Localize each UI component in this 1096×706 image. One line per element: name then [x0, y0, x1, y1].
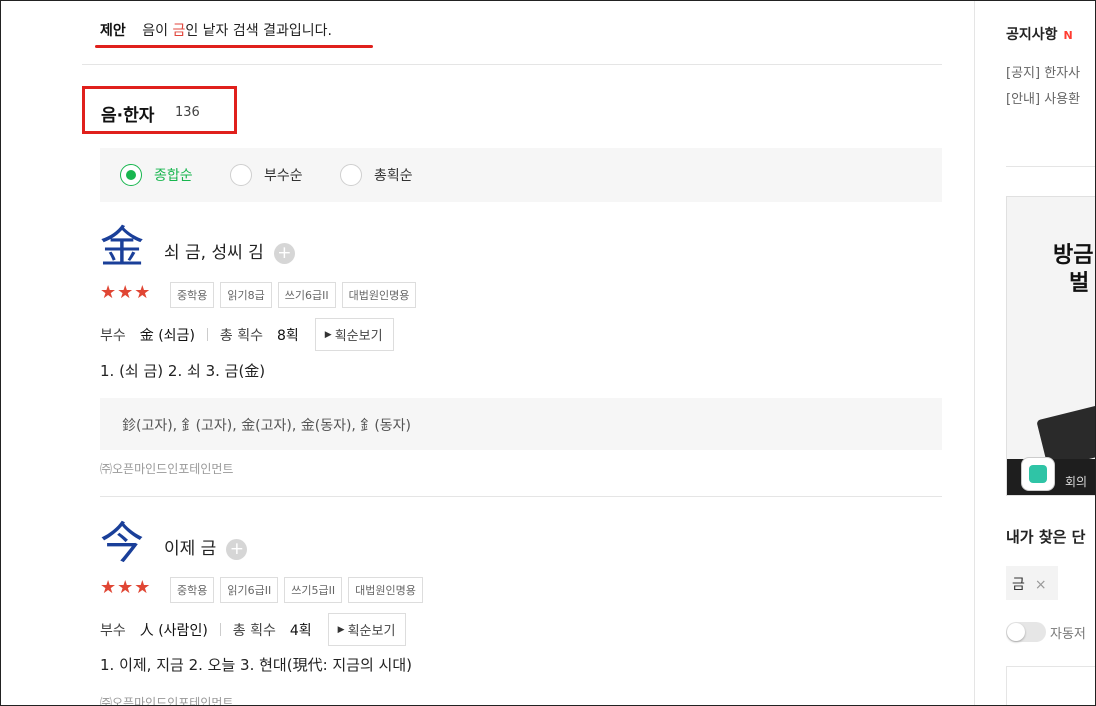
sort-option-label: 총획순	[374, 168, 413, 184]
level-badge: 대법원인명용	[348, 577, 423, 603]
add-vocab-icon[interactable]: +	[226, 538, 248, 560]
divider	[1006, 166, 1096, 167]
notice-title[interactable]: 공지사항 N	[1006, 24, 1073, 44]
hanja-meaning: 쇠 금, 성씨 김 +	[164, 238, 295, 264]
voice-app-icon	[1021, 457, 1055, 491]
recent-search-chip[interactable]: 금 ×	[1006, 566, 1058, 600]
level-badge: 중학용	[170, 282, 215, 308]
strokes-value: 8획	[277, 327, 299, 344]
sort-options: 종합순 부수순 총획순	[100, 148, 942, 202]
section-header: 음·한자 136	[82, 86, 237, 134]
notice-title-text: 공지사항	[1006, 27, 1058, 43]
auto-save-toggle[interactable]	[1006, 622, 1046, 642]
hanja-character[interactable]: 今	[100, 522, 144, 566]
suggestion-suffix: 인 낱자 검색 결과입니다.	[185, 23, 332, 39]
definitions: 1. 이제, 지금 2. 오늘 3. 현대(現代: 지금의 시대)	[100, 656, 413, 674]
suggestion-highlight[interactable]: 금	[172, 23, 185, 39]
ad-caption: 회의	[1065, 475, 1088, 489]
column-divider	[974, 0, 975, 706]
stroke-order-label: 획순보기	[334, 329, 383, 344]
hanja-info: 부수 人 (사람인) 총 획수 4획 ▶ 획순보기	[100, 613, 407, 646]
level-badge: 쓰기5급II	[284, 577, 343, 603]
advertisement-banner[interactable]: 방금 벌 회의	[1006, 196, 1096, 496]
importance-stars: ★★★	[100, 282, 152, 303]
sort-option-label: 부수순	[264, 168, 303, 184]
toggle-knob	[1007, 623, 1025, 641]
divider	[100, 496, 942, 497]
auto-save-label: 자동저	[1050, 627, 1086, 642]
ad-headline: 벌	[1069, 271, 1090, 296]
recent-searches-title: 내가 찾은 단	[1006, 528, 1086, 546]
radio-empty-icon	[230, 164, 252, 186]
level-badges: 중학용 읽기6급II 쓰기5급II 대법원인명용	[170, 577, 423, 603]
level-badge: 읽기6급II	[220, 577, 279, 603]
radical-label: 부수	[100, 622, 126, 639]
level-badge: 중학용	[170, 577, 215, 603]
notice-item[interactable]: [공지] 한자사	[1006, 62, 1080, 81]
divider	[82, 64, 942, 65]
strokes-label: 총 획수	[219, 327, 263, 344]
strokes-value: 4획	[289, 622, 312, 639]
main-content: 제안 음이 금인 낱자 검색 결과입니다. 음·한자 136 종합순 부수순 총…	[82, 0, 942, 706]
sidebar: 공지사항 N [공지] 한자사 [안내] 사용환 방금 벌 회의 내가 찾은 단 …	[1006, 0, 1096, 706]
suggestion-prefix: 음이	[142, 23, 173, 39]
radical-value[interactable]: 人 (사람인)	[140, 620, 208, 640]
sort-option-radical[interactable]: 부수순	[230, 163, 303, 187]
new-badge: N	[1063, 29, 1073, 42]
strokes-label: 총 획수	[232, 622, 276, 639]
play-icon: ▶	[337, 624, 345, 635]
copyright-text: ㈜오픈마인드인포테인먼트	[100, 462, 234, 476]
sidebar-panel	[1006, 666, 1096, 706]
level-badge: 대법원인명용	[341, 282, 417, 308]
stroke-order-label: 획순보기	[347, 624, 396, 639]
copyright-text: ㈜오픈마인드인포테인먼트	[100, 696, 234, 706]
hanja-meaning: 이제 금 +	[164, 534, 248, 560]
stroke-order-button[interactable]: ▶ 획순보기	[327, 613, 407, 646]
radio-selected-icon	[120, 164, 142, 186]
waveform-icon	[1029, 465, 1047, 483]
sort-option-label: 종합순	[154, 168, 193, 184]
sort-option-overall[interactable]: 종합순	[120, 163, 193, 187]
close-icon[interactable]: ×	[1035, 577, 1047, 593]
hanja-character[interactable]: 金	[100, 226, 144, 270]
section-title: 음·한자	[101, 106, 155, 126]
play-icon: ▶	[324, 329, 332, 340]
hanja-info: 부수 金 (쇠금) 총 획수 8획 ▶ 획순보기	[100, 318, 394, 351]
separator	[219, 623, 221, 636]
definitions: 1. (쇠 금) 2. 쇠 3. 금(金)	[100, 362, 266, 380]
result-count: 136	[175, 105, 200, 120]
level-badge: 쓰기6급II	[277, 282, 336, 308]
level-badge: 읽기8급	[220, 282, 272, 308]
radical-label: 부수	[100, 327, 126, 344]
sort-option-strokes[interactable]: 총획순	[340, 163, 413, 187]
importance-stars: ★★★	[100, 577, 152, 598]
meaning-text[interactable]: 쇠 금, 성씨 김	[164, 243, 264, 263]
recent-search-term[interactable]: 금	[1012, 577, 1025, 593]
suggestion-tag: 제안	[100, 23, 126, 39]
radical-value[interactable]: 金 (쇠금)	[140, 325, 195, 345]
separator	[206, 328, 208, 341]
level-badges: 중학용 읽기8급 쓰기6급II 대법원인명용	[170, 282, 417, 308]
add-vocab-icon[interactable]: +	[273, 242, 295, 264]
radio-empty-icon	[340, 164, 362, 186]
annotation-underline	[95, 45, 373, 48]
search-suggestion: 제안 음이 금인 낱자 검색 결과입니다.	[100, 20, 332, 40]
stroke-order-button[interactable]: ▶ 획순보기	[314, 318, 394, 351]
meaning-text[interactable]: 이제 금	[164, 539, 216, 559]
variant-characters[interactable]: 鉁(고자), 釒(고자), 金(고자), 金(동자), 釒(동자)	[100, 398, 942, 450]
notice-item[interactable]: [안내] 사용환	[1006, 88, 1080, 107]
